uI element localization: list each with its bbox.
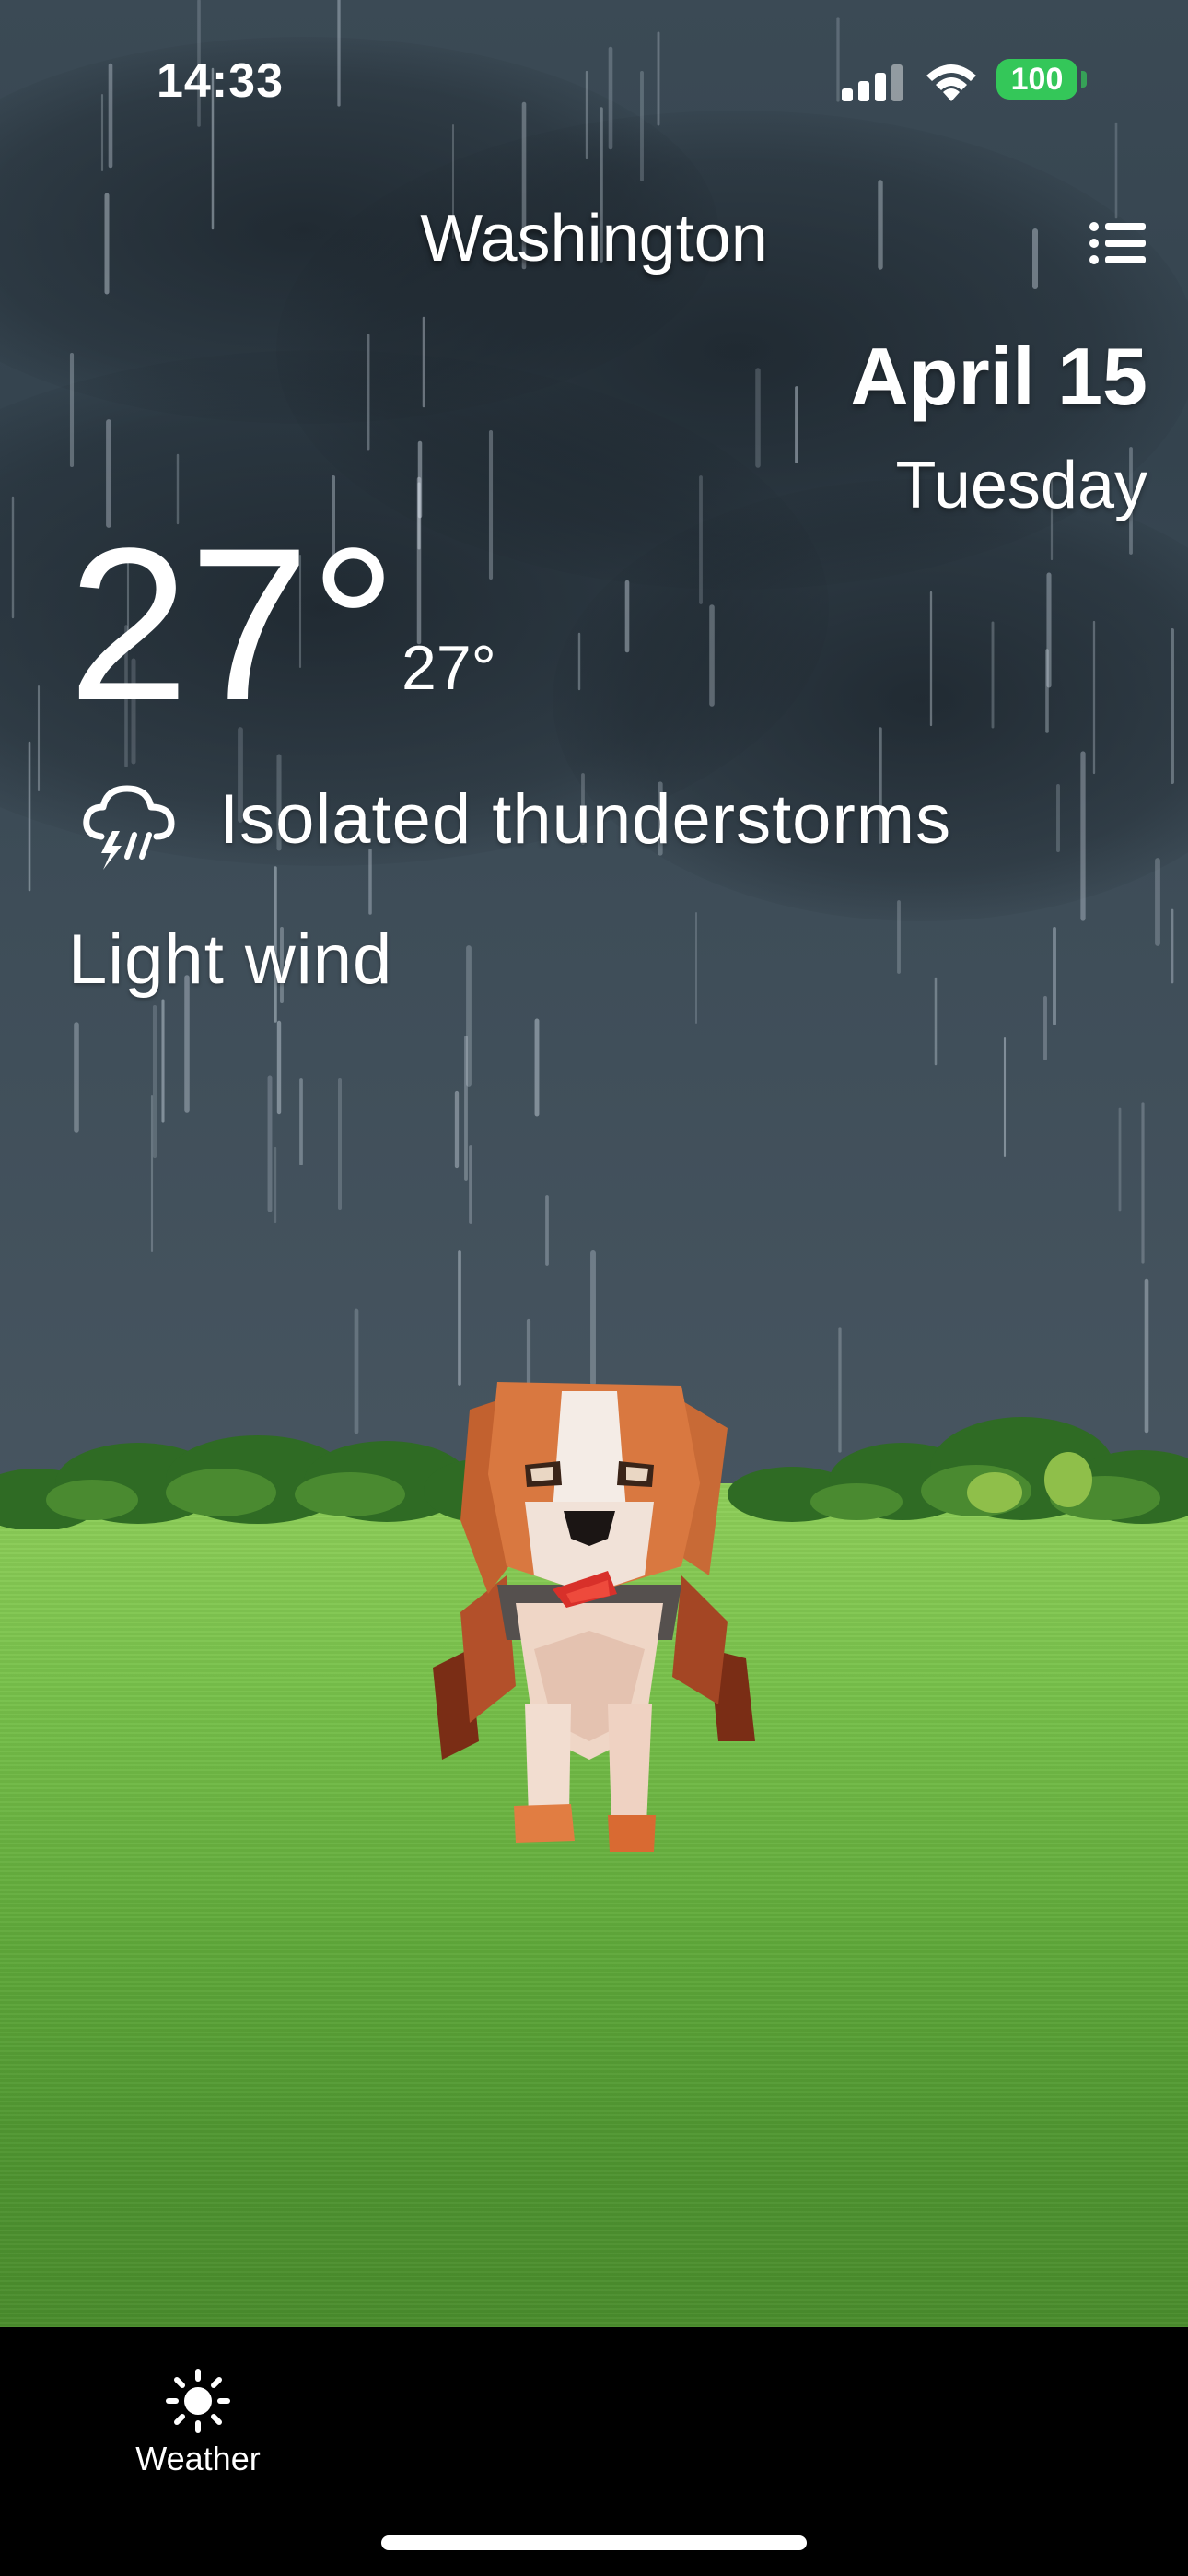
dog-mascot bbox=[433, 1382, 755, 1852]
weather-screen: 14:33 100 Washington April 15 Tuesday 27… bbox=[0, 0, 1188, 2576]
status-bar: 14:33 100 bbox=[0, 0, 1188, 157]
battery-cap bbox=[1081, 71, 1087, 88]
wind-description: Light wind bbox=[68, 920, 393, 999]
current-date: April 15 bbox=[850, 331, 1147, 422]
battery-indicator: 100 bbox=[996, 59, 1077, 100]
wifi-icon bbox=[926, 64, 976, 101]
home-indicator[interactable] bbox=[381, 2535, 807, 2550]
cellular-signal-icon bbox=[842, 64, 903, 101]
current-temperature: 27° bbox=[68, 503, 397, 746]
weather-condition: Isolated thunderstorms bbox=[219, 780, 952, 859]
sun-icon bbox=[166, 2369, 230, 2433]
current-weekday: Tuesday bbox=[895, 449, 1147, 522]
tab-weather-label: Weather bbox=[135, 2440, 261, 2477]
city-name[interactable]: Washington bbox=[0, 201, 1188, 276]
thunderstorm-cloud-icon bbox=[83, 785, 175, 870]
tab-weather[interactable]: Weather bbox=[120, 2346, 276, 2493]
status-time: 14:33 bbox=[157, 54, 284, 108]
list-icon[interactable] bbox=[1087, 217, 1151, 269]
feels-like-temperature: 27° bbox=[402, 633, 496, 703]
